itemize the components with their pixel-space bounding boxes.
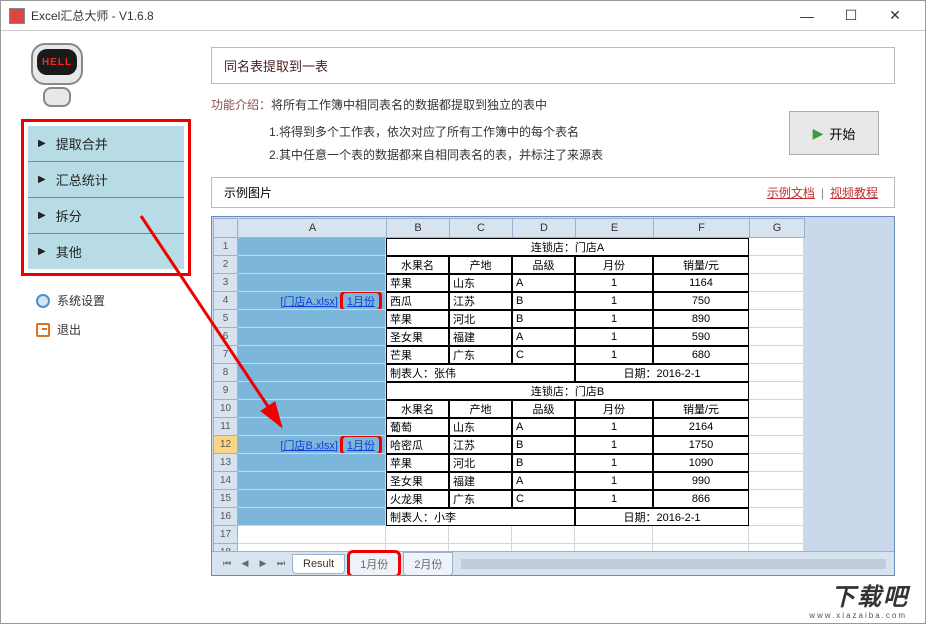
col-g[interactable]: G — [750, 218, 805, 238]
robot-mascot: HELL — [21, 41, 101, 111]
minimize-button[interactable]: — — [785, 2, 829, 30]
row-6[interactable]: 6 — [213, 328, 238, 346]
hscroll-track[interactable] — [461, 559, 886, 569]
col-b[interactable]: B — [387, 218, 450, 238]
start-button[interactable]: ▶开始 — [789, 111, 879, 155]
col-c[interactable]: C — [450, 218, 513, 238]
first-sheet-button[interactable]: ⏮ — [218, 556, 236, 572]
file-a-link[interactable]: [门店A.xlsx]1月份 — [238, 292, 386, 310]
col-e[interactable]: E — [576, 218, 654, 238]
row-11[interactable]: 11 — [213, 418, 238, 436]
arrow-icon: ▶ — [38, 210, 46, 221]
app-icon — [9, 8, 25, 24]
row-1[interactable]: 1 — [213, 238, 238, 256]
play-icon: ▶ — [813, 125, 824, 142]
row-4[interactable]: 4 — [213, 292, 238, 310]
row-17[interactable]: 17 — [213, 526, 238, 544]
row-headers: 1 2 3 4 5 6 7 8 9 10 11 12 13 14 15 16 1… — [213, 238, 238, 562]
close-button[interactable]: ✕ — [873, 2, 917, 30]
row-3[interactable]: 3 — [213, 274, 238, 292]
content-area: 同名表提取到一表 功能介绍：将所有工作簿中相同表名的数据都提取到独立的表中 1.… — [201, 31, 925, 624]
table-title-a[interactable]: 连锁店：门店A — [386, 238, 749, 256]
row-7[interactable]: 7 — [213, 346, 238, 364]
excel-preview: A B C D E F G 1 2 3 4 5 6 7 8 9 10 11 12 — [211, 216, 895, 576]
nav-other[interactable]: ▶其他 — [28, 234, 184, 269]
exit-button[interactable]: 退出 — [21, 317, 191, 342]
watermark: 下载吧 — [831, 577, 909, 612]
file-b-link[interactable]: [门店B.xlsx]1月份 — [238, 436, 386, 454]
nav-summary-stats[interactable]: ▶汇总统计 — [28, 162, 184, 198]
titlebar: Excel汇总大师 - V1.6.8 — ☐ ✕ — [1, 1, 925, 31]
col-f[interactable]: F — [654, 218, 750, 238]
row-5[interactable]: 5 — [213, 310, 238, 328]
nav-extract-merge[interactable]: ▶提取合并 — [28, 126, 184, 162]
watermark-url: www.xiazaiba.com — [809, 611, 907, 620]
example-doc-link[interactable]: 示例文档 — [767, 184, 815, 201]
row-8[interactable]: 8 — [213, 364, 238, 382]
tab-month1[interactable]: 1月份 — [347, 550, 401, 577]
video-tutorial-link[interactable]: 视频教程 — [830, 184, 878, 201]
window-title: Excel汇总大师 - V1.6.8 — [31, 7, 785, 24]
row-12[interactable]: 12 — [213, 436, 238, 454]
tab-result[interactable]: Result — [292, 554, 345, 574]
exit-icon — [35, 322, 51, 338]
section-title: 同名表提取到一表 — [211, 47, 895, 84]
column-headers: A B C D E F G — [239, 218, 893, 238]
select-all-corner[interactable] — [213, 218, 238, 238]
tab-month2[interactable]: 2月份 — [403, 552, 453, 576]
col-a[interactable]: A — [239, 218, 387, 238]
row-16[interactable]: 16 — [213, 508, 238, 526]
settings-button[interactable]: 系统设置 — [21, 288, 191, 313]
next-sheet-button[interactable]: ▶ — [254, 556, 272, 572]
last-sheet-button[interactable]: ⏭ — [272, 556, 290, 572]
gear-icon — [35, 293, 51, 309]
example-bar: 示例图片 示例文档 | 视频教程 — [211, 177, 895, 208]
row-15[interactable]: 15 — [213, 490, 238, 508]
prev-sheet-button[interactable]: ◀ — [236, 556, 254, 572]
arrow-icon: ▶ — [38, 138, 46, 149]
row-13[interactable]: 13 — [213, 454, 238, 472]
nav-group: ▶提取合并 ▶汇总统计 ▶拆分 ▶其他 — [21, 119, 191, 276]
spreadsheet-grid: 连锁店：门店A 水果名产地品级月份销量/元 苹果山东A11164 [门店A.xl… — [238, 238, 804, 562]
row-14[interactable]: 14 — [213, 472, 238, 490]
arrow-icon: ▶ — [38, 174, 46, 185]
row-10[interactable]: 10 — [213, 400, 238, 418]
col-d[interactable]: D — [513, 218, 576, 238]
maximize-button[interactable]: ☐ — [829, 2, 873, 30]
row-2[interactable]: 2 — [213, 256, 238, 274]
row-9[interactable]: 9 — [213, 382, 238, 400]
sidebar: HELL ▶提取合并 ▶汇总统计 ▶拆分 ▶其他 系统设置 退出 — [1, 31, 201, 624]
nav-split[interactable]: ▶拆分 — [28, 198, 184, 234]
arrow-icon: ▶ — [38, 246, 46, 257]
sheet-tabbar: ⏮ ◀ ▶ ⏭ Result 1月份 2月份 — [212, 551, 894, 575]
table-title-b[interactable]: 连锁店：门店B — [386, 382, 749, 400]
